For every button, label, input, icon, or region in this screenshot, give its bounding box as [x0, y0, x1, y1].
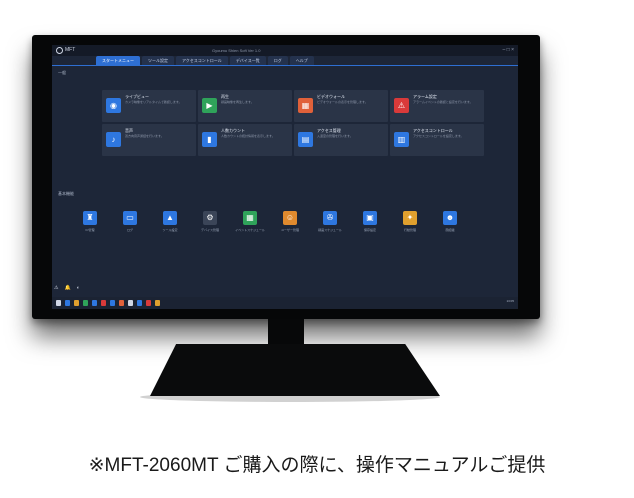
- taskbar-app-icon[interactable]: [101, 300, 106, 306]
- screen: MFT Gyoumu Shien Soft Ver 1.0 – □ × スタート…: [52, 45, 518, 309]
- tool-8[interactable]: ✦ 行動管理: [396, 211, 424, 239]
- taskbar-app-icon[interactable]: [110, 300, 115, 306]
- window-title: Gyoumu Shien Soft Ver 1.0: [212, 48, 261, 53]
- taskbar: 13:05: [52, 297, 518, 309]
- bottom-icon-1[interactable]: 🔔: [64, 285, 70, 291]
- feature-card-5[interactable]: ▮ 人数カウント 人数カウントの統計情報を表示します。: [198, 124, 292, 156]
- title-bar: MFT Gyoumu Shien Soft Ver 1.0 – □ ×: [52, 45, 518, 56]
- taskbar-app-icon[interactable]: [119, 300, 124, 306]
- play-icon: ▶: [202, 98, 217, 113]
- feature-card-1[interactable]: ▶ 再生 録画映像を再生します。: [198, 90, 292, 122]
- bottom-icon-2[interactable]: ◐: [77, 285, 80, 291]
- feature-card-desc: アラームイベントの確認と設定を行います。: [413, 100, 473, 104]
- section-label-top: 一般: [58, 70, 66, 75]
- taskbar-app-icon[interactable]: [92, 300, 97, 306]
- person-icon: ♜: [83, 211, 97, 225]
- tool-label: ユーザー管理: [281, 228, 299, 232]
- taskbar-app-icon[interactable]: [56, 300, 61, 306]
- storage-icon: ▣: [363, 211, 377, 225]
- feature-card-desc: 入退室の管理を行います。: [317, 134, 353, 138]
- taskbar-app-icon[interactable]: [137, 300, 142, 306]
- tool-9[interactable]: ☻ 顔認識: [436, 211, 464, 239]
- tab-bar: スタートメニュー ツール設定 アクセスコントロール デバイス一覧 ログ ヘルプ: [96, 56, 314, 65]
- feature-card-0[interactable]: ◉ ライブビュー カメラ映像をリアルタイムで確認します。: [102, 90, 196, 122]
- tool-0[interactable]: ♜ IC管理: [76, 211, 104, 239]
- tool-label: 顔認識: [445, 228, 455, 232]
- taskbar-app-icon[interactable]: [83, 300, 88, 306]
- bar-chart-icon: ▮: [202, 132, 217, 147]
- video-wall-icon: ▦: [298, 98, 313, 113]
- tool-label: 行動管理: [403, 228, 416, 232]
- tool-6[interactable]: ✇ 録画スケジュール: [316, 211, 344, 239]
- tool-label: 保存設定: [363, 228, 376, 232]
- tool-label: IC管理: [85, 228, 95, 232]
- user-icon: ☺: [283, 211, 297, 225]
- tool-label: イベントスケジュール: [235, 228, 265, 232]
- chart-icon: ▲: [163, 211, 177, 225]
- access-icon: ▤: [298, 132, 313, 147]
- microphone-icon: ♪: [106, 132, 121, 147]
- app-logo-icon: [56, 47, 63, 54]
- tool-5[interactable]: ☺ ユーザー管理: [276, 211, 304, 239]
- tab-4[interactable]: ログ: [267, 56, 288, 65]
- gear-icon: ⚙: [203, 211, 217, 225]
- feature-card-4[interactable]: ♪ 音声 双方向音声通話を行います。: [102, 124, 196, 156]
- alarm-icon: ⚠: [394, 98, 409, 113]
- tool-label: 録画スケジュール: [318, 228, 342, 232]
- caption-text: ※MFT-2060MT ご購入の際に、操作マニュアルご提供: [88, 455, 546, 476]
- feature-card-6[interactable]: ▤ アクセス管理 入退室の管理を行います。: [294, 124, 388, 156]
- tool-3[interactable]: ⚙ デバイス管理: [196, 211, 224, 239]
- monitor-icon: ▭: [123, 211, 137, 225]
- tab-0[interactable]: スタートメニュー: [96, 56, 140, 65]
- feature-card-7[interactable]: ▥ アクセスコントロール アクセスコントロールを設定します。: [390, 124, 484, 156]
- tab-1[interactable]: ツール設定: [142, 56, 174, 65]
- feature-card-desc: 録画映像を再生します。: [221, 100, 254, 104]
- window-controls[interactable]: – □ ×: [503, 46, 515, 55]
- tab-5[interactable]: ヘルプ: [289, 56, 314, 65]
- walk-icon: ✦: [403, 211, 417, 225]
- taskbar-app-icon[interactable]: [65, 300, 70, 306]
- tab-underline: [52, 65, 518, 66]
- taskbar-app-icon[interactable]: [128, 300, 133, 306]
- feature-card-3[interactable]: ⚠ アラーム設定 アラームイベントの確認と設定を行います。: [390, 90, 484, 122]
- tool-1[interactable]: ▭ ログ: [116, 211, 144, 239]
- taskbar-clock: 13:05: [506, 299, 514, 303]
- tool-2[interactable]: ▲ ツール設定: [156, 211, 184, 239]
- schedule-icon: ▦: [243, 211, 257, 225]
- tab-2[interactable]: アクセスコントロール: [176, 56, 228, 65]
- taskbar-app-icon[interactable]: [74, 300, 79, 306]
- access-control-icon: ▥: [394, 132, 409, 147]
- bottom-icon-0[interactable]: ⚠: [54, 285, 58, 291]
- feature-card-desc: 人数カウントの統計情報を表示します。: [221, 134, 275, 138]
- shield-icon: ◉: [106, 98, 121, 113]
- feature-card-desc: アクセスコントロールを設定します。: [413, 134, 464, 138]
- tool-label: デバイス管理: [201, 228, 219, 232]
- feature-card-2[interactable]: ▦ ビデオウォール ビデオウォールの表示を管理します。: [294, 90, 388, 122]
- tool-7[interactable]: ▣ 保存設定: [356, 211, 384, 239]
- film-icon: ✇: [323, 211, 337, 225]
- tool-4[interactable]: ▦ イベントスケジュール: [235, 211, 265, 239]
- section-label-tools: 基本機能: [58, 191, 74, 196]
- monitor-frame: MFT Gyoumu Shien Soft Ver 1.0 – □ × スタート…: [32, 35, 540, 319]
- bottom-icons: ⚠ 🔔 ◐: [54, 285, 80, 291]
- feature-card-desc: 双方向音声通話を行います。: [125, 134, 164, 138]
- taskbar-app-icon[interactable]: [155, 300, 160, 306]
- monitor-stand: [150, 344, 440, 396]
- tool-label: ログ: [126, 228, 133, 232]
- taskbar-app-icon[interactable]: [146, 300, 151, 306]
- app-name: MFT: [65, 47, 76, 53]
- feature-card-desc: ビデオウォールの表示を管理します。: [317, 100, 368, 104]
- tool-label: ツール設定: [162, 228, 178, 232]
- feature-card-desc: カメラ映像をリアルタイムで確認します。: [125, 100, 182, 104]
- tab-3[interactable]: デバイス一覧: [229, 56, 266, 65]
- face-icon: ☻: [443, 211, 457, 225]
